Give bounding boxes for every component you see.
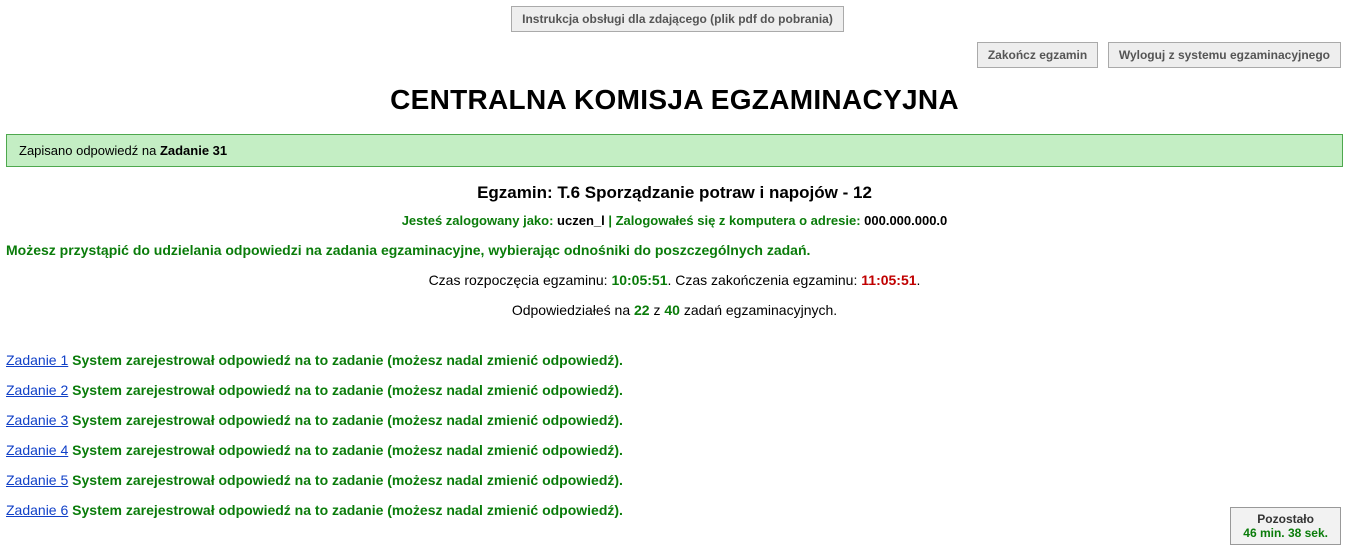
task-row: Zadanie 5 System zarejestrował odpowiedź…: [6, 472, 1343, 488]
answered-total: 40: [664, 302, 680, 318]
task-row: Zadanie 2 System zarejestrował odpowiedź…: [6, 382, 1343, 398]
task-row: Zadanie 6 System zarejestrował odpowiedź…: [6, 502, 1343, 518]
ip-label: Zalogowałeś się z komputera o adresie:: [616, 213, 865, 228]
finish-exam-button[interactable]: Zakończ egzamin: [977, 42, 1098, 68]
instruction-text: Możesz przystąpić do udzielania odpowied…: [0, 242, 1349, 258]
task-link-6[interactable]: Zadanie 6: [6, 502, 68, 518]
task-link-1[interactable]: Zadanie 1: [6, 352, 68, 368]
logged-as-label: Jesteś zalogowany jako:: [402, 213, 557, 228]
answered-b: z: [650, 302, 665, 318]
time-line: Czas rozpoczęcia egzaminu: 10:05:51. Cza…: [0, 272, 1349, 288]
task-link-3[interactable]: Zadanie 3: [6, 412, 68, 428]
task-link-5[interactable]: Zadanie 5: [6, 472, 68, 488]
task-status: System zarejestrował odpowiedź na to zad…: [72, 382, 623, 398]
answered-done: 22: [634, 302, 650, 318]
login-separator: |: [605, 213, 616, 228]
task-link-4[interactable]: Zadanie 4: [6, 442, 68, 458]
answer-saved-task: Zadanie 31: [160, 143, 227, 158]
logout-button[interactable]: Wyloguj z systemu egzaminacyjnego: [1108, 42, 1341, 68]
exam-name-line: Egzamin: T.6 Sporządzanie potraw i napoj…: [0, 183, 1349, 203]
exam-name: T.6 Sporządzanie potraw i napojów - 12: [557, 183, 872, 202]
logged-user: uczen_l: [557, 213, 605, 228]
login-info-line: Jesteś zalogowany jako: uczen_l | Zalogo…: [0, 213, 1349, 228]
task-row: Zadanie 4 System zarejestrował odpowiedź…: [6, 442, 1343, 458]
time-remaining-label: Pozostało: [1243, 512, 1328, 526]
answered-a: Odpowiedziałeś na: [512, 302, 634, 318]
end-time: 11:05:51: [861, 272, 916, 288]
instruction-pdf-button[interactable]: Instrukcja obsługi dla zdającego (plik p…: [511, 6, 844, 32]
answered-line: Odpowiedziałeś na 22 z 40 zadań egzamina…: [0, 302, 1349, 318]
task-status: System zarejestrował odpowiedź na to zad…: [72, 352, 623, 368]
task-status: System zarejestrował odpowiedź na to zad…: [72, 502, 623, 518]
task-link-2[interactable]: Zadanie 2: [6, 382, 68, 398]
task-row: Zadanie 3 System zarejestrował odpowiedź…: [6, 412, 1343, 428]
time-remaining-value: 46 min. 38 sek.: [1243, 526, 1328, 540]
time-remaining-box: Pozostało 46 min. 38 sek.: [1230, 507, 1341, 545]
start-time-label: Czas rozpoczęcia egzaminu:: [429, 272, 612, 288]
end-time-label: Czas zakończenia egzaminu:: [675, 272, 861, 288]
start-time: 10:05:51: [611, 272, 667, 288]
task-row: Zadanie 1 System zarejestrował odpowiedź…: [6, 352, 1343, 368]
exam-label-prefix: Egzamin:: [477, 183, 557, 202]
task-status: System zarejestrował odpowiedź na to zad…: [72, 442, 623, 458]
answer-saved-banner: Zapisano odpowiedź na Zadanie 31: [6, 134, 1343, 167]
task-list: Zadanie 1 System zarejestrował odpowiedź…: [0, 352, 1349, 518]
answered-c: zadań egzaminacyjnych.: [680, 302, 837, 318]
task-status: System zarejestrował odpowiedź na to zad…: [72, 472, 623, 488]
page-title: CENTRALNA KOMISJA EGZAMINACYJNA: [0, 84, 1349, 116]
answer-saved-prefix: Zapisano odpowiedź na: [19, 143, 160, 158]
task-status: System zarejestrował odpowiedź na to zad…: [72, 412, 623, 428]
trailing-dot: .: [917, 272, 921, 288]
ip-value: 000.000.000.0: [864, 213, 947, 228]
